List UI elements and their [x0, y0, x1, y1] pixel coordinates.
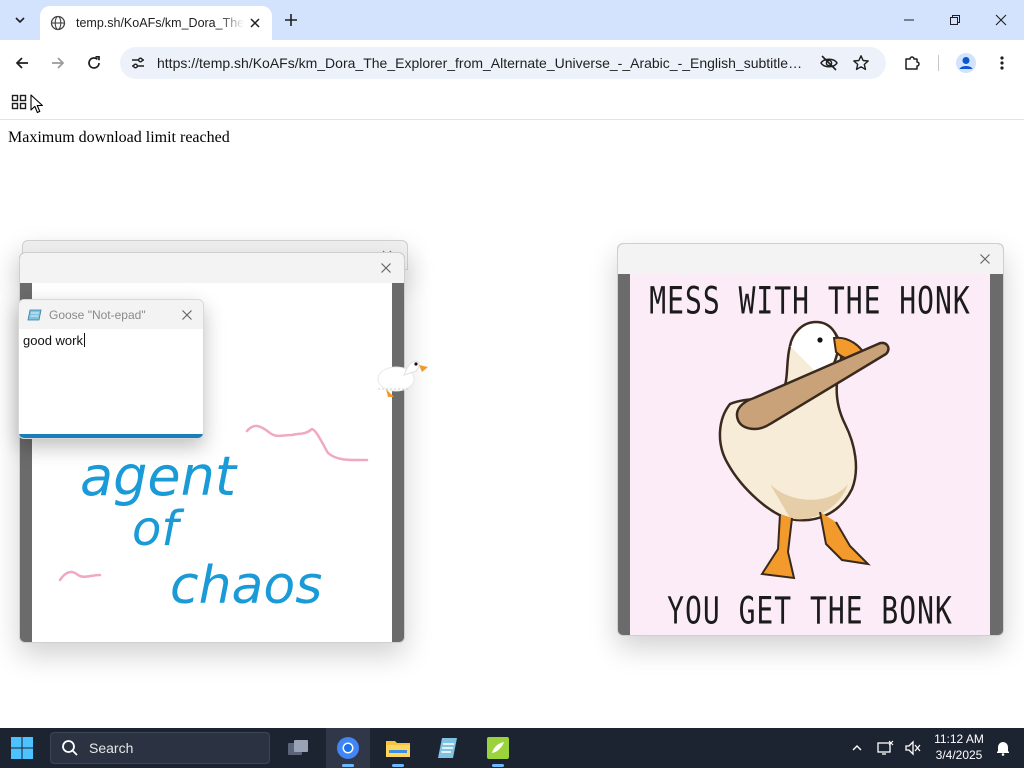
notifications-button[interactable]: [992, 728, 1014, 768]
taskbar: Search 11:12 AM 3/4/2025: [0, 728, 1024, 768]
toolbar-divider: [938, 55, 939, 71]
chrome-icon: [337, 737, 359, 759]
drawing-word: chaos: [170, 556, 322, 616]
back-button[interactable]: [8, 49, 36, 77]
notepad-accent-bar: [19, 434, 203, 438]
notepad-text-area[interactable]: good work: [23, 333, 85, 348]
folder-icon: [386, 741, 410, 757]
address-bar[interactable]: https://temp.sh/KoAFs/km_Dora_The_Explor…: [120, 47, 886, 79]
network-icon[interactable]: [872, 728, 898, 768]
tab-title: temp.sh/KoAFs/km_Dora_The_Explorer: [76, 16, 244, 30]
windows-logo-icon: [11, 737, 33, 759]
clock-date: 3/4/2025: [935, 748, 983, 762]
notepad-taskbar-button[interactable]: [426, 728, 470, 768]
minimize-button[interactable]: [886, 0, 932, 40]
arrow-right-icon: [52, 57, 65, 69]
avatar-icon: [956, 53, 976, 73]
meme-titlebar[interactable]: [618, 244, 1003, 274]
chrome-taskbar-button[interactable]: [326, 728, 370, 768]
bell-icon: [997, 742, 1009, 756]
notepad-text: good work: [23, 333, 83, 348]
goose-with-bat-illustration: [718, 320, 890, 580]
bookmarks-bar: [0, 86, 1024, 120]
active-indicator: [342, 764, 354, 767]
pink-scribble: [58, 570, 102, 582]
close-window-button[interactable]: [978, 0, 1024, 40]
restore-icon: [950, 15, 960, 25]
drawing-titlebar[interactable]: [20, 253, 404, 283]
notepad-title: Goose "Not-epad": [49, 307, 146, 322]
forward-button[interactable]: [44, 49, 72, 77]
tab-active[interactable]: temp.sh/KoAFs/km_Dora_The_Explorer: [40, 6, 272, 40]
eye-off-icon[interactable]: [817, 51, 841, 75]
close-icon[interactable]: [177, 305, 197, 325]
goose-beak: [419, 365, 428, 372]
restore-button[interactable]: [932, 0, 978, 40]
plus-icon: [285, 14, 297, 26]
search-icon: [62, 740, 78, 756]
mouse-cursor-icon: [30, 94, 44, 114]
search-label: Search: [89, 740, 134, 756]
browser-toolbar: https://temp.sh/KoAFs/km_Dora_The_Explor…: [0, 40, 1024, 86]
minimize-icon: [904, 19, 914, 21]
globe-icon: [50, 15, 66, 31]
goose-app-taskbar-button[interactable]: [476, 728, 520, 768]
goose-app-icon: [487, 737, 509, 759]
address-url[interactable]: https://temp.sh/KoAFs/km_Dora_The_Explor…: [157, 55, 807, 71]
clock-time: 11:12 AM: [934, 732, 984, 746]
goose-notepad-window[interactable]: Goose "Not-epad" good work: [18, 299, 204, 439]
volume-icon[interactable]: [900, 728, 926, 768]
running-indicator: [392, 764, 404, 767]
close-icon: [995, 14, 1007, 26]
site-info-icon[interactable]: [126, 51, 150, 75]
taskbar-search[interactable]: Search: [50, 732, 270, 764]
text-caret: [83, 333, 85, 347]
menu-button[interactable]: [988, 49, 1016, 77]
chevron-up-icon: [852, 745, 862, 751]
start-button[interactable]: [10, 736, 36, 762]
profile-button[interactable]: [952, 49, 980, 77]
extensions-button[interactable]: [898, 49, 926, 77]
puzzle-icon: [905, 56, 920, 70]
tab-search-button[interactable]: [8, 8, 32, 32]
reload-button[interactable]: [80, 49, 108, 77]
chevron-down-icon: [15, 17, 25, 24]
goose-meme-window[interactable]: MESS WITH THE HONK YOU GET THE BONK: [617, 243, 1004, 636]
show-hidden-icons[interactable]: [846, 728, 868, 768]
close-tab-icon[interactable]: [246, 14, 264, 32]
arrow-left-icon: [15, 57, 28, 69]
tab-strip: temp.sh/KoAFs/km_Dora_The_Explorer: [0, 0, 1024, 40]
drawing-word: of: [132, 501, 184, 557]
star-icon[interactable]: [849, 51, 873, 75]
task-view-icon: [288, 740, 308, 755]
apps-grid-icon[interactable]: [11, 94, 29, 112]
file-explorer-button[interactable]: [376, 728, 420, 768]
reload-icon: [88, 55, 100, 69]
pink-scribble: [245, 424, 369, 462]
meme-bottom-text: YOU GET THE BONK: [667, 588, 953, 633]
notepad-icon: [27, 309, 42, 320]
drawing-word: agent: [80, 445, 238, 508]
notepad-titlebar[interactable]: Goose "Not-epad": [19, 300, 203, 329]
close-icon[interactable]: [975, 249, 995, 269]
new-tab-button[interactable]: [280, 9, 302, 31]
task-view-button[interactable]: [276, 728, 320, 768]
more-vertical-icon: [1000, 56, 1004, 70]
notepad-app-icon: [438, 738, 457, 758]
meme-image: MESS WITH THE HONK YOU GET THE BONK: [630, 274, 990, 635]
download-limit-message: Maximum download limit reached: [8, 129, 230, 146]
system-clock[interactable]: 11:12 AM 3/4/2025: [926, 731, 992, 763]
close-icon[interactable]: [376, 258, 396, 278]
goose-sprite[interactable]: [376, 353, 432, 403]
running-indicator: [492, 764, 504, 767]
